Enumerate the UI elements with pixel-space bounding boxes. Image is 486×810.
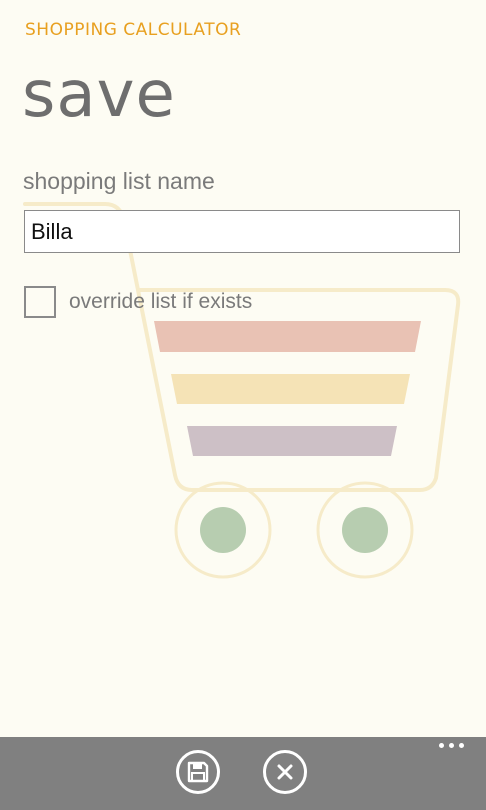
shopping-list-name-label: shopping list name xyxy=(23,168,215,194)
cancel-button[interactable] xyxy=(263,750,307,794)
save-icon xyxy=(187,761,209,783)
override-list-option[interactable]: override list if exists xyxy=(24,286,252,318)
override-list-checkbox[interactable] xyxy=(24,286,56,318)
cart-stripe-red xyxy=(154,321,421,352)
shopping-list-name-input[interactable] xyxy=(24,210,460,253)
override-list-label: override list if exists xyxy=(69,290,253,313)
app-title: SHOPPING CALCULATOR xyxy=(25,20,242,40)
close-icon xyxy=(277,764,293,780)
cart-wheel-left xyxy=(200,507,246,553)
save-button[interactable] xyxy=(176,750,220,794)
cart-wheel-right xyxy=(342,507,388,553)
ellipsis-icon[interactable] xyxy=(439,743,464,748)
cart-stripe-yellow xyxy=(171,374,410,404)
page-title: save xyxy=(22,58,176,132)
cart-stripe-purple xyxy=(187,426,397,456)
application-bar xyxy=(0,737,486,810)
